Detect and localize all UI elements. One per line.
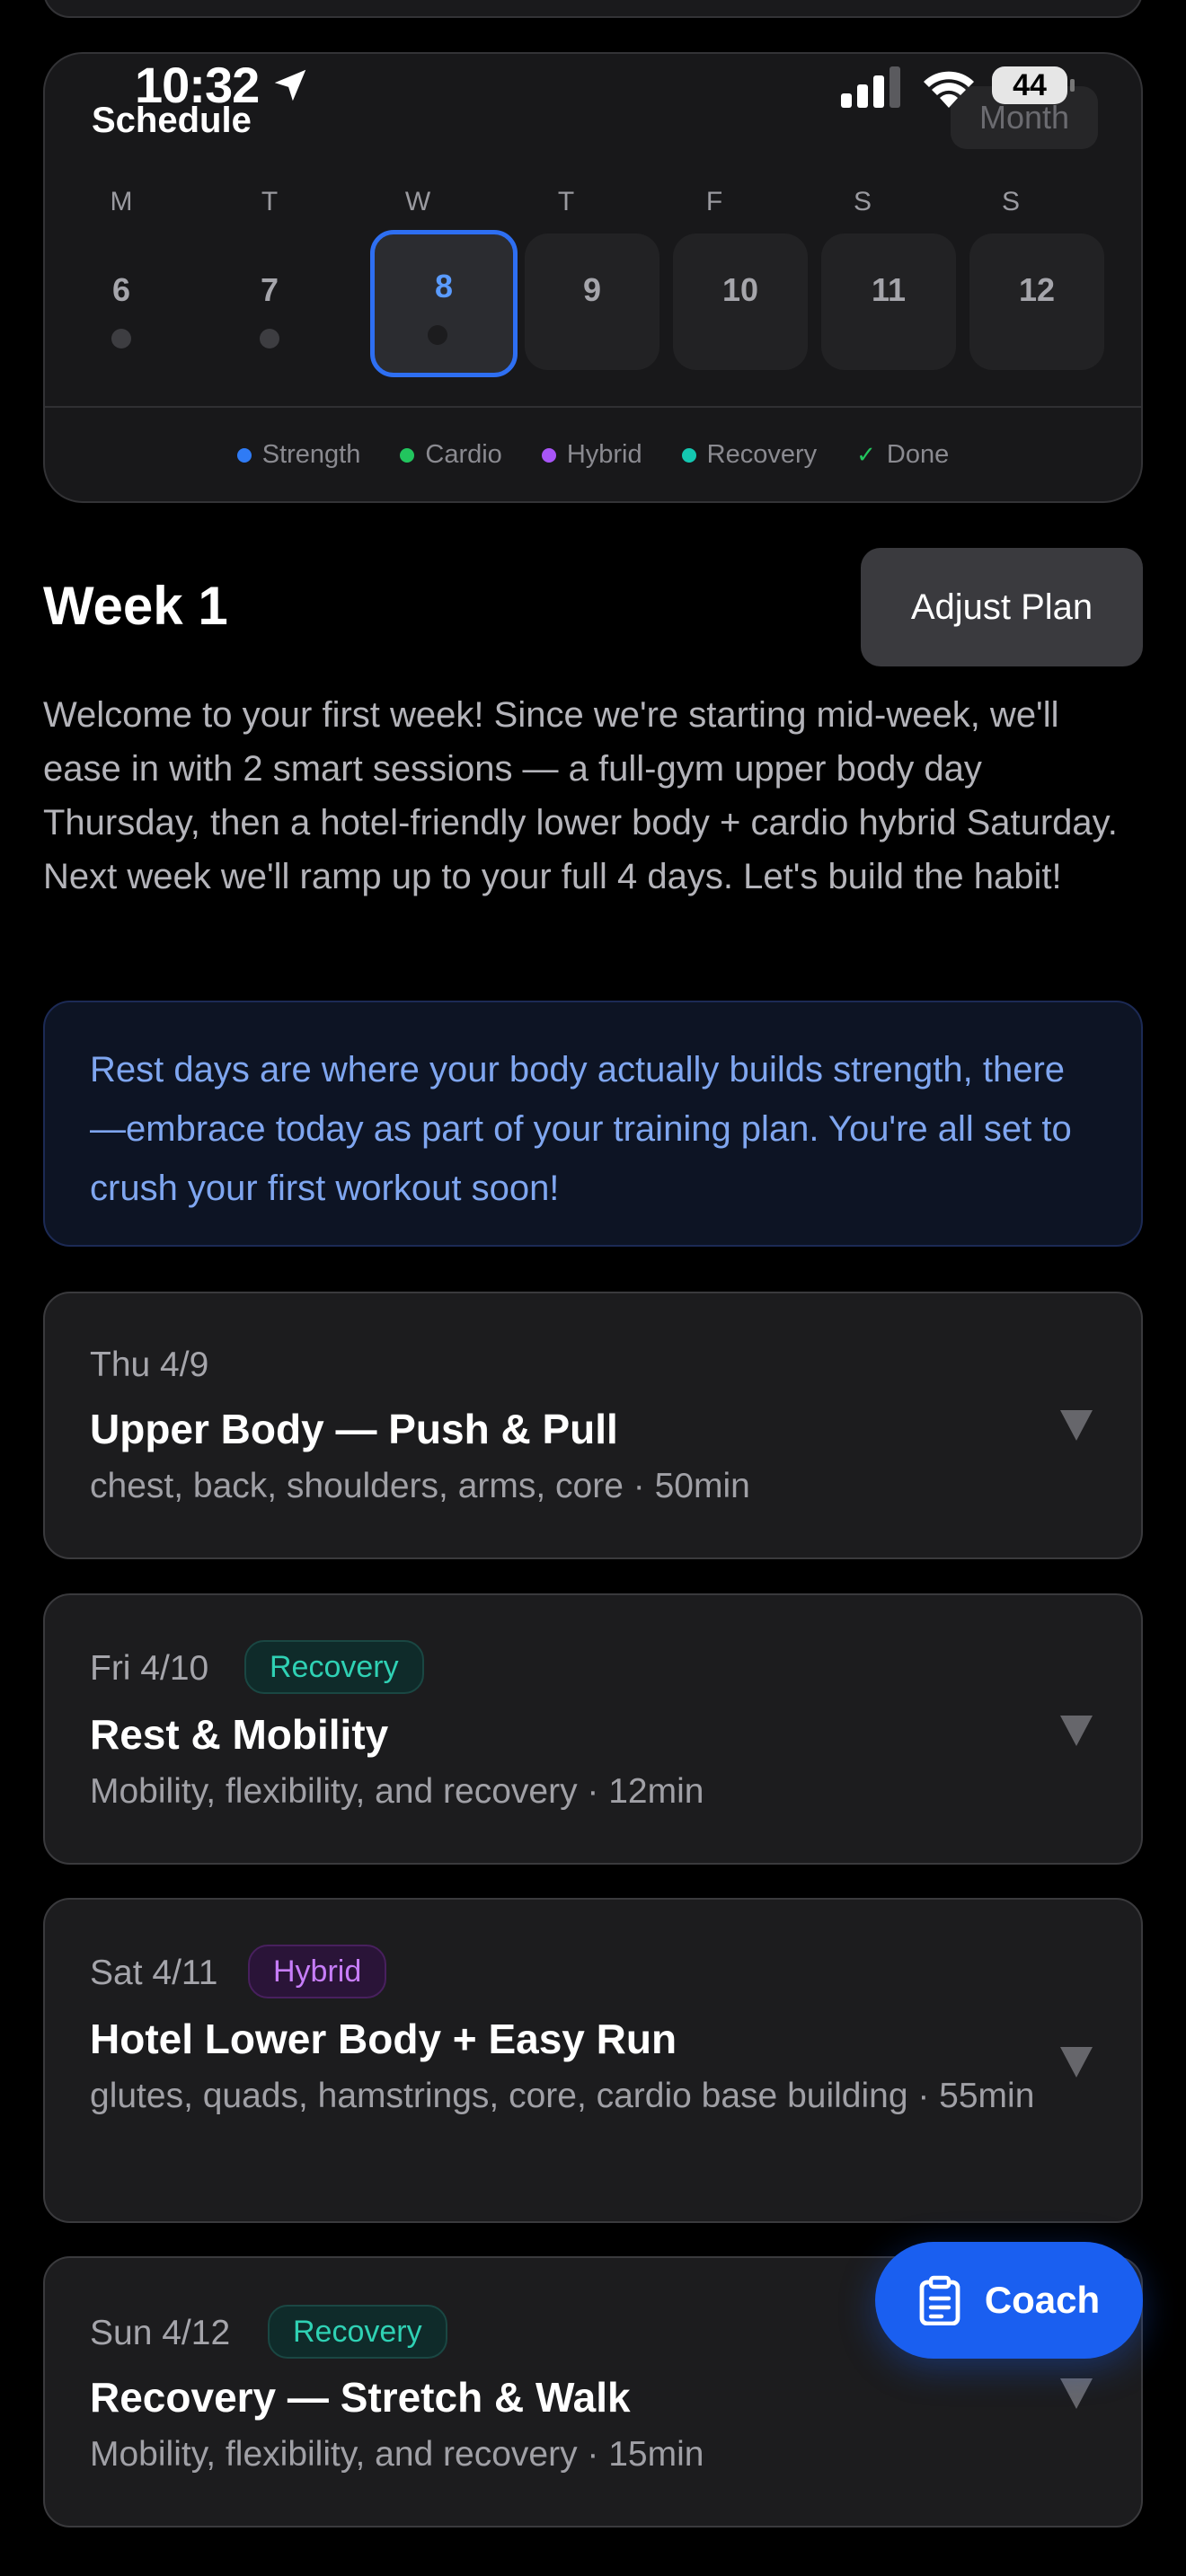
rest-day-message: Rest days are where your body actually b… <box>43 1001 1143 1247</box>
workout-subtitle: chest, back, shoulders, arms, core · 50m… <box>90 1467 750 1505</box>
day-cell-past[interactable]: 7 <box>202 234 337 370</box>
day-cell-future[interactable]: 11 <box>821 234 956 370</box>
day-number: 6 <box>111 271 131 308</box>
day-number: 9 <box>582 271 602 308</box>
legend-label: Hybrid <box>566 440 642 469</box>
workout-date: Thu 4/9 <box>90 1345 209 1384</box>
battery-icon: 44 <box>992 66 1075 104</box>
legend-label: Recovery <box>706 440 818 469</box>
legend-label: Cardio <box>425 440 502 469</box>
weekday-label: F <box>705 187 723 216</box>
hybrid-badge: Hybrid <box>248 1945 387 1998</box>
day-status-dot <box>260 329 279 348</box>
day-cell-past[interactable]: 6 <box>54 234 189 370</box>
day-number: 12 <box>1018 271 1056 308</box>
workout-date: Fri 4/10 <box>90 1649 209 1688</box>
legend-label: Strength <box>261 440 361 469</box>
schedule-card: Schedule Month M T W T F S S 6 7 8 9 10 … <box>43 52 1143 503</box>
weekday-label: T <box>557 187 575 216</box>
adjust-plan-button[interactable]: Adjust Plan <box>861 548 1143 666</box>
recovery-badge: Recovery <box>268 2305 447 2359</box>
week-title: Week 1 <box>43 576 228 636</box>
day-cell-future[interactable]: 10 <box>673 234 808 370</box>
day-cell-future[interactable]: 12 <box>969 234 1104 370</box>
cardio-dot-icon <box>400 447 415 463</box>
legend-item-done: ✓ Done <box>856 440 949 470</box>
expand-chevron-icon[interactable] <box>1060 1410 1093 1441</box>
workout-type-legend: Strength Cardio Hybrid Recovery ✓ Done <box>45 440 1141 470</box>
checkmark-icon: ✓ <box>856 441 876 468</box>
weekday-label: S <box>853 187 872 216</box>
day-number: 8 <box>434 268 454 304</box>
workout-subtitle: glutes, quads, hamstrings, core, cardio … <box>90 2077 1035 2115</box>
day-status-dot <box>111 329 131 348</box>
workout-title: Upper Body — Push & Pull <box>90 1406 618 1452</box>
weekday-label: W <box>404 187 431 216</box>
wifi-icon <box>924 71 974 108</box>
previous-card-edge <box>43 0 1143 18</box>
workout-title: Hotel Lower Body + Easy Run <box>90 2016 677 2062</box>
expand-chevron-icon[interactable] <box>1060 1716 1093 1746</box>
recovery-dot-icon <box>681 447 696 463</box>
clipboard-icon <box>919 2275 960 2325</box>
workout-card[interactable]: Sat 4/11 Hybrid Hotel Lower Body + Easy … <box>43 1898 1143 2223</box>
workout-card[interactable]: Fri 4/10 Recovery Rest & Mobility Mobili… <box>43 1593 1143 1865</box>
week-description: Welcome to your first week! Since we're … <box>43 695 1118 896</box>
legend-item-hybrid: Hybrid <box>541 440 642 470</box>
day-number: 10 <box>721 271 759 308</box>
status-time: 10:32 <box>135 57 260 113</box>
workout-card[interactable]: Thu 4/9 Upper Body — Push & Pull chest, … <box>43 1292 1143 1559</box>
location-arrow-icon <box>274 69 306 101</box>
strength-dot-icon <box>236 447 252 463</box>
divider <box>45 406 1141 408</box>
weekday-label: T <box>261 187 279 216</box>
weekday-label: S <box>1001 187 1020 216</box>
coach-button[interactable]: Coach <box>875 2242 1143 2359</box>
day-number: 11 <box>871 271 907 308</box>
day-cell-selected[interactable]: 8 <box>370 230 518 377</box>
expand-chevron-icon[interactable] <box>1060 2378 1093 2409</box>
cellular-signal-icon <box>841 66 900 108</box>
day-number: 7 <box>260 271 279 308</box>
coach-label: Coach <box>984 2279 1101 2321</box>
recovery-badge: Recovery <box>244 1640 424 1694</box>
workout-title: Recovery — Stretch & Walk <box>90 2374 631 2421</box>
workout-subtitle: Mobility, flexibility, and recovery · 15… <box>90 2435 704 2474</box>
hybrid-dot-icon <box>541 447 556 463</box>
legend-label: Done <box>886 440 950 469</box>
workout-date: Sun 4/12 <box>90 2314 231 2352</box>
day-cell-future[interactable]: 9 <box>525 234 659 370</box>
workout-date: Sat 4/11 <box>90 1954 218 1992</box>
legend-item-strength: Strength <box>236 440 361 470</box>
legend-item-cardio: Cardio <box>400 440 502 470</box>
workout-title: Rest & Mobility <box>90 1711 389 1758</box>
day-status-dot <box>428 325 447 345</box>
workout-subtitle: Mobility, flexibility, and recovery · 12… <box>90 1772 704 1811</box>
legend-item-recovery: Recovery <box>681 440 818 470</box>
expand-chevron-icon[interactable] <box>1060 2047 1093 2078</box>
weekday-label: M <box>110 187 133 216</box>
